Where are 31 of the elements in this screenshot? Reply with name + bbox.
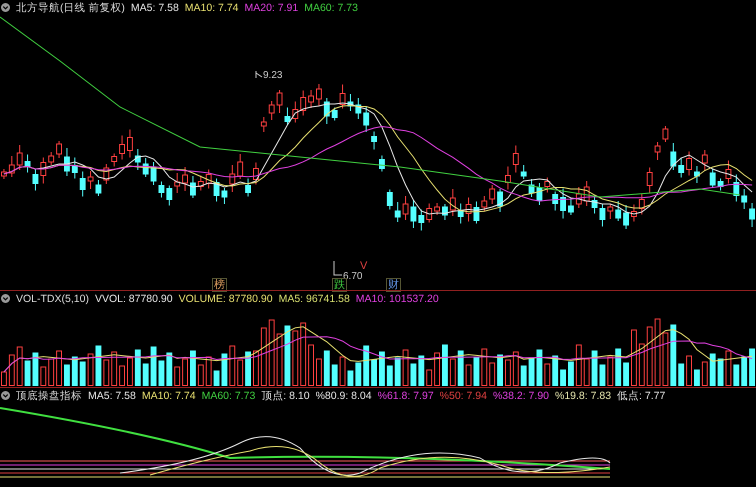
indicator-value: MA10: 101537.20 [356, 292, 439, 304]
leader-line [334, 260, 342, 276]
event-marker: 跌 [332, 278, 347, 292]
dropdown-icon[interactable] [1, 3, 10, 12]
indicator-value: MA60: 7.73 [202, 390, 256, 402]
indicator-value: 低点: 7.77 [617, 388, 666, 402]
indicator-value: MA5: 7.58 [88, 390, 136, 402]
chart-title: 北方导航(日线 前复权) [16, 0, 125, 14]
indicator-value: 顶点: 8.10 [261, 388, 310, 402]
indicator-value: MA10: 7.74 [184, 2, 238, 14]
indicator-value: %61.8: 7.97 [378, 390, 434, 402]
indicator-value: VVOL: 87780.90 [94, 292, 173, 304]
indicator-value: %80.9: 8.04 [316, 390, 372, 402]
indicator-value: MA5: 96741.58 [278, 292, 350, 304]
dropdown-icon[interactable] [1, 391, 10, 400]
event-marker: V [359, 260, 368, 272]
event-marker: 榜 [212, 278, 227, 292]
chart-title: 顶底操盘指标 [16, 388, 82, 402]
indicator-value: VOLUME: 87780.90 [178, 292, 273, 304]
chart-title: VOL-TDX(5,10) [16, 292, 89, 304]
price-label: 9.23 [263, 70, 282, 81]
indicator-value: %50: 7.94 [440, 390, 487, 402]
indicator-value: %38.2: 7.90 [492, 390, 549, 402]
leader-line [256, 70, 262, 78]
dropdown-icon[interactable] [1, 294, 10, 303]
indicator-value: %19.8: 7.83 [555, 390, 612, 402]
indicator-value: MA60: 7.73 [304, 2, 358, 14]
indicator-value: MA10: 7.74 [142, 390, 196, 402]
indicator-value: MA5: 7.58 [130, 2, 179, 14]
event-marker: 财 [386, 278, 401, 292]
indicator-value: MA20: 7.91 [244, 2, 298, 14]
